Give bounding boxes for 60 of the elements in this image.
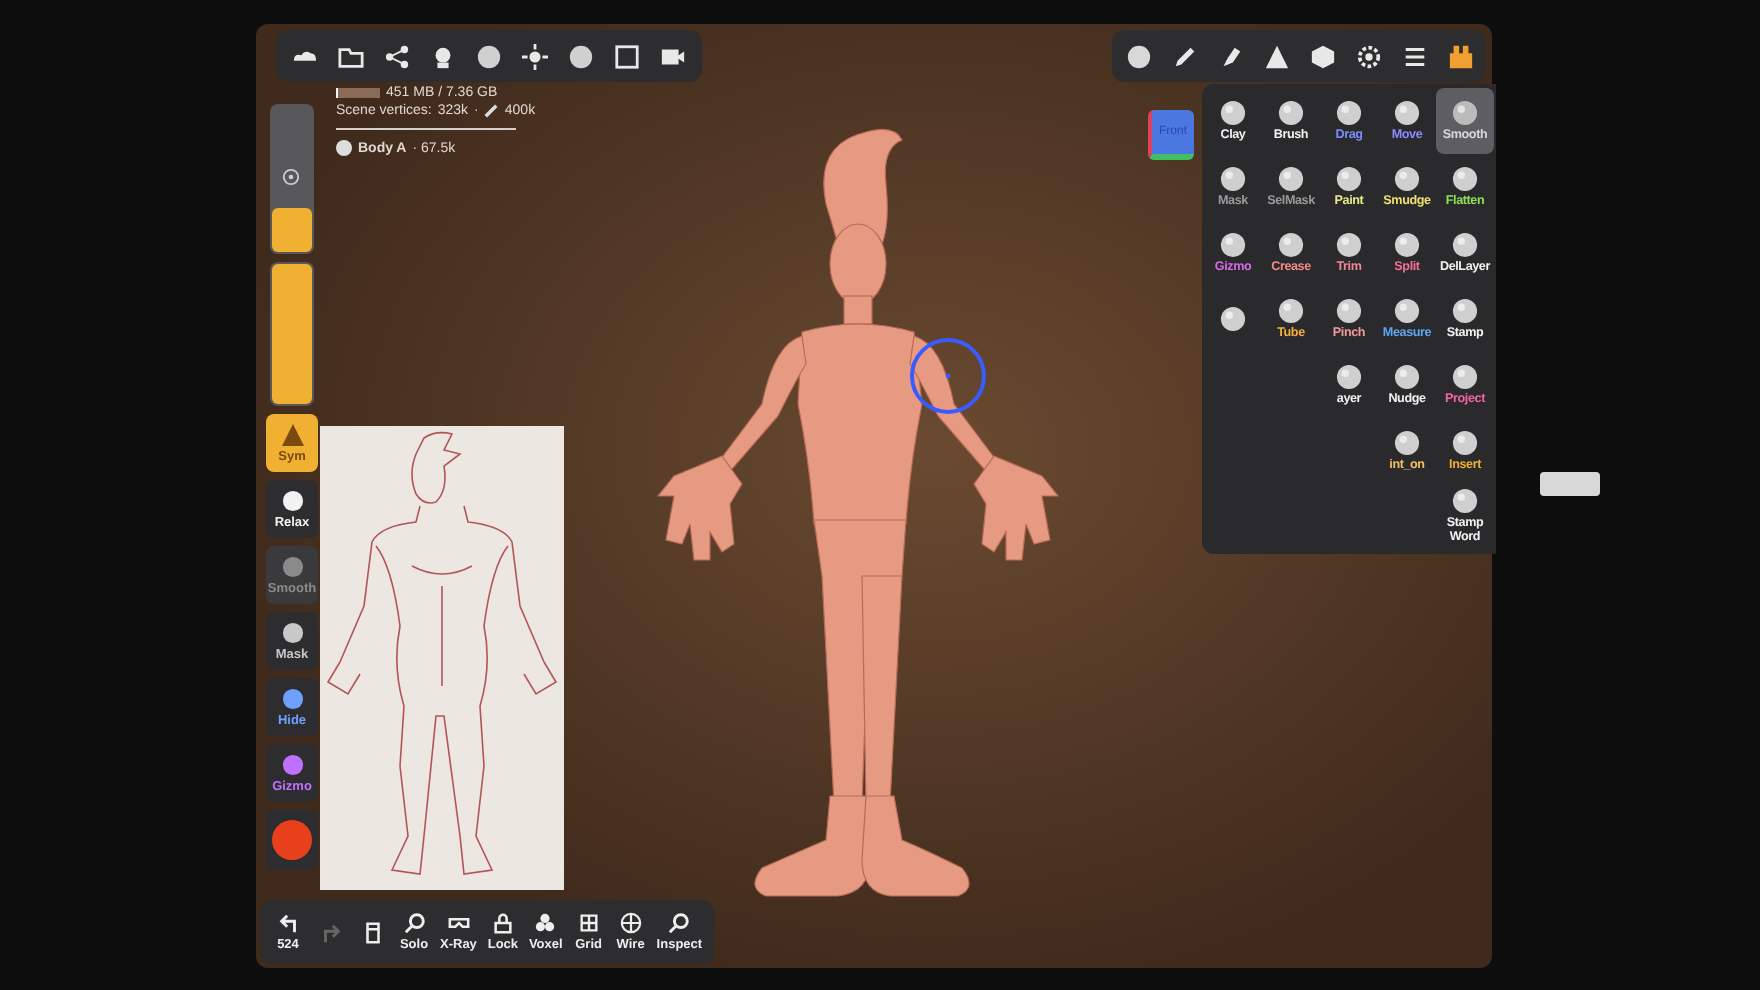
- sphere-icon: [1220, 99, 1246, 126]
- cable-drawing: [1540, 472, 1600, 496]
- grid-icon: [577, 912, 600, 934]
- lock-icon: [491, 912, 514, 934]
- viewport[interactable]: [256, 24, 1492, 968]
- disc-icon[interactable]: [568, 43, 594, 69]
- sphere-icon: [1394, 165, 1420, 192]
- sphere-icon: [1278, 231, 1304, 258]
- sphere-icon: [1452, 297, 1478, 324]
- sphere-icon: [1452, 488, 1478, 515]
- sphere-icon: [1336, 363, 1362, 390]
- sphere-icon: [1394, 297, 1420, 324]
- sphere-icon: [1278, 297, 1304, 324]
- object-icon: [336, 140, 352, 156]
- pencil-icon[interactable]: [1171, 43, 1197, 69]
- search-icon: [403, 912, 425, 934]
- sphere-icon: [1452, 231, 1478, 258]
- link-icon: [484, 104, 499, 118]
- sphere-icon: [1220, 306, 1246, 332]
- cube-icon[interactable]: [1309, 43, 1335, 69]
- sphere-icon: [1278, 99, 1304, 126]
- undo-icon: [277, 912, 299, 934]
- redo-icon: [319, 921, 341, 943]
- brush-cursor-icon: [908, 336, 988, 416]
- sphere-icon: [1278, 165, 1304, 192]
- box-icon[interactable]: [1447, 43, 1473, 69]
- document-icon: [361, 921, 383, 943]
- sphere-icon: [1220, 231, 1246, 258]
- glasses-icon: [447, 912, 470, 934]
- color-swatch[interactable]: [272, 820, 312, 860]
- sphere-icon: [1336, 231, 1362, 258]
- sphere-icon[interactable]: [476, 43, 502, 69]
- sphere-icon: [1452, 99, 1478, 126]
- sphere-icon: [1452, 429, 1478, 456]
- sphere-icon: [1394, 429, 1420, 456]
- wire-icon: [619, 912, 642, 934]
- voxel-icon: [534, 912, 557, 934]
- sphere-icon: [1394, 99, 1420, 126]
- sphere-icon: [1452, 165, 1478, 192]
- sphere-icon: [1452, 363, 1478, 390]
- share-icon[interactable]: [384, 43, 410, 69]
- sun-icon[interactable]: [522, 43, 548, 69]
- sphere-icon: [1394, 231, 1420, 258]
- head-icon[interactable]: [430, 43, 456, 69]
- memory-bar: [336, 88, 380, 98]
- image-icon[interactable]: [614, 43, 640, 69]
- triangle-icon[interactable]: [1263, 43, 1289, 69]
- inspect-icon: [668, 912, 691, 934]
- sphere-icon[interactable]: [1125, 43, 1151, 69]
- sphere-icon: [1336, 165, 1362, 192]
- sphere-icon: [1394, 363, 1420, 390]
- vertical-slider[interactable]: [270, 104, 314, 254]
- target-icon: [282, 168, 300, 186]
- settings-icon[interactable]: [1355, 43, 1381, 69]
- vertical-slider[interactable]: [270, 262, 314, 406]
- folder-icon[interactable]: [338, 43, 364, 69]
- menu-icon[interactable]: [1401, 43, 1427, 69]
- sphere-icon: [1336, 297, 1362, 324]
- sphere-icon: [1220, 165, 1246, 192]
- sphere-icon: [1336, 99, 1362, 126]
